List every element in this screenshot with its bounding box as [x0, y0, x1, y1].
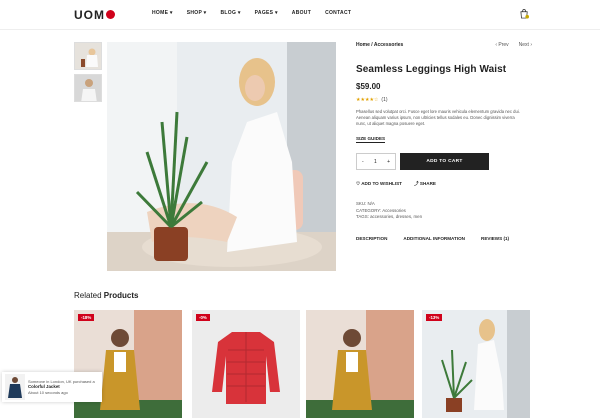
quantity-stepper[interactable]: - 1 + [356, 153, 396, 170]
discount-badge: -0% [196, 314, 210, 321]
add-to-cart-button[interactable]: ADD TO CART [400, 153, 489, 170]
nav-shop[interactable]: SHOP ▾ [187, 10, 207, 16]
notification-text: Someone in London, UK purchased a Colorf… [28, 379, 95, 395]
notification-time: About 10 seconds ago [28, 389, 68, 395]
tab-additional-information[interactable]: ADDITIONAL INFORMATION [403, 236, 465, 241]
purchase-notification[interactable]: Someone in London, UK purchased a Colorf… [2, 372, 102, 402]
tags: TAGS: accessories, dresses, men [356, 214, 423, 219]
related-product-card[interactable] [306, 310, 414, 418]
product-description: Phasellus sed volutpat orci. Fusce eget … [356, 109, 520, 126]
related-product-card[interactable]: -0% [192, 310, 300, 418]
logo[interactable]: UOM [74, 8, 115, 22]
product-thumbnail[interactable] [74, 74, 102, 102]
qty-value[interactable]: 1 [374, 159, 377, 165]
wishlist-button[interactable]: ♡ ADD TO WISHLIST [356, 181, 402, 187]
next-link[interactable]: Next › [519, 42, 532, 48]
logo-dot [106, 10, 115, 19]
shopping-bag-icon[interactable] [520, 9, 529, 19]
rating-stars: ★★★★☆ (1) [356, 97, 388, 103]
discount-badge: -13% [426, 314, 443, 321]
size-guide-link[interactable]: SIZE GUIDES [356, 136, 386, 143]
site-header: UOM HOME ▾ SHOP ▾ BLOG ▾ PAGES ▾ ABOUT C… [0, 0, 600, 30]
product-price: $59.00 [356, 82, 381, 91]
nav-home[interactable]: HOME ▾ [152, 10, 173, 16]
review-count[interactable]: (1) [381, 97, 387, 103]
nav-pages[interactable]: PAGES ▾ [255, 10, 278, 16]
heart-icon: ♡ [356, 181, 361, 186]
product-actions: ♡ ADD TO WISHLIST ⤴ SHARE [356, 181, 436, 187]
main-nav: HOME ▾ SHOP ▾ BLOG ▾ PAGES ▾ ABOUT CONTA… [152, 10, 351, 16]
product-info: Home / Accessories ‹ Prev Next › Seamles… [356, 42, 532, 241]
qty-plus-button[interactable]: + [387, 159, 390, 165]
prev-next-nav: ‹ Prev Next › [495, 42, 532, 48]
related-product-card[interactable]: -13% [422, 310, 530, 418]
nav-about[interactable]: ABOUT [292, 10, 311, 16]
nav-blog[interactable]: BLOG ▾ [220, 10, 240, 16]
nav-contact[interactable]: CONTACT [325, 10, 351, 16]
related-heading: Related Products [74, 291, 139, 300]
product-main-image[interactable] [107, 42, 336, 271]
product-title: Seamless Leggings High Waist [356, 64, 507, 75]
tab-description[interactable]: DESCRIPTION [356, 236, 387, 241]
tab-reviews[interactable]: REVIEWS (1) [481, 236, 509, 241]
product-tabs: DESCRIPTION ADDITIONAL INFORMATION REVIE… [356, 236, 509, 241]
share-button[interactable]: ⤴ SHARE [414, 181, 436, 187]
thumbnail-list [74, 42, 102, 106]
notification-product-image [5, 374, 25, 400]
share-icon: ⤴ [413, 181, 419, 186]
product-meta: SKU: N/A CATEGORY: Accessories TAGS: acc… [356, 201, 422, 221]
product-thumbnail[interactable] [74, 42, 102, 70]
prev-link[interactable]: ‹ Prev [495, 42, 508, 48]
qty-minus-button[interactable]: - [362, 159, 364, 165]
discount-badge: -18% [78, 314, 95, 321]
